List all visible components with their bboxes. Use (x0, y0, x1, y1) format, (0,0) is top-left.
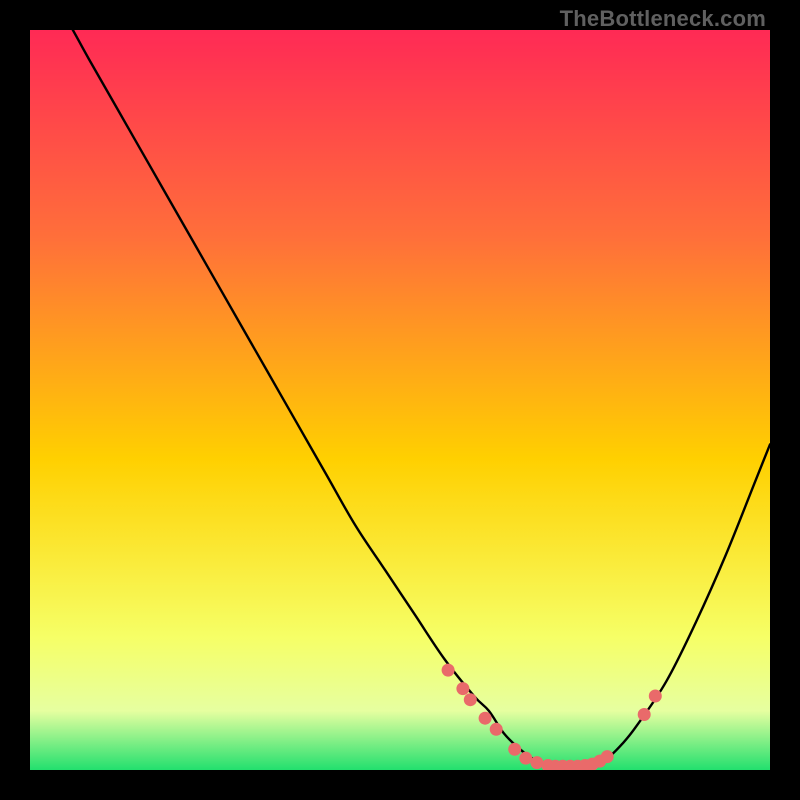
bottleneck-chart (30, 30, 770, 770)
curve-marker (649, 690, 662, 703)
curve-marker (638, 708, 651, 721)
chart-frame (30, 30, 770, 770)
curve-marker (464, 693, 477, 706)
gradient-background (30, 30, 770, 770)
curve-marker (530, 756, 543, 769)
curve-marker (490, 723, 503, 736)
curve-marker (442, 664, 455, 677)
curve-marker (519, 752, 532, 765)
curve-marker (456, 682, 469, 695)
curve-marker (601, 750, 614, 763)
curve-marker (479, 712, 492, 725)
watermark-text: TheBottleneck.com (560, 6, 766, 32)
curve-marker (508, 743, 521, 756)
